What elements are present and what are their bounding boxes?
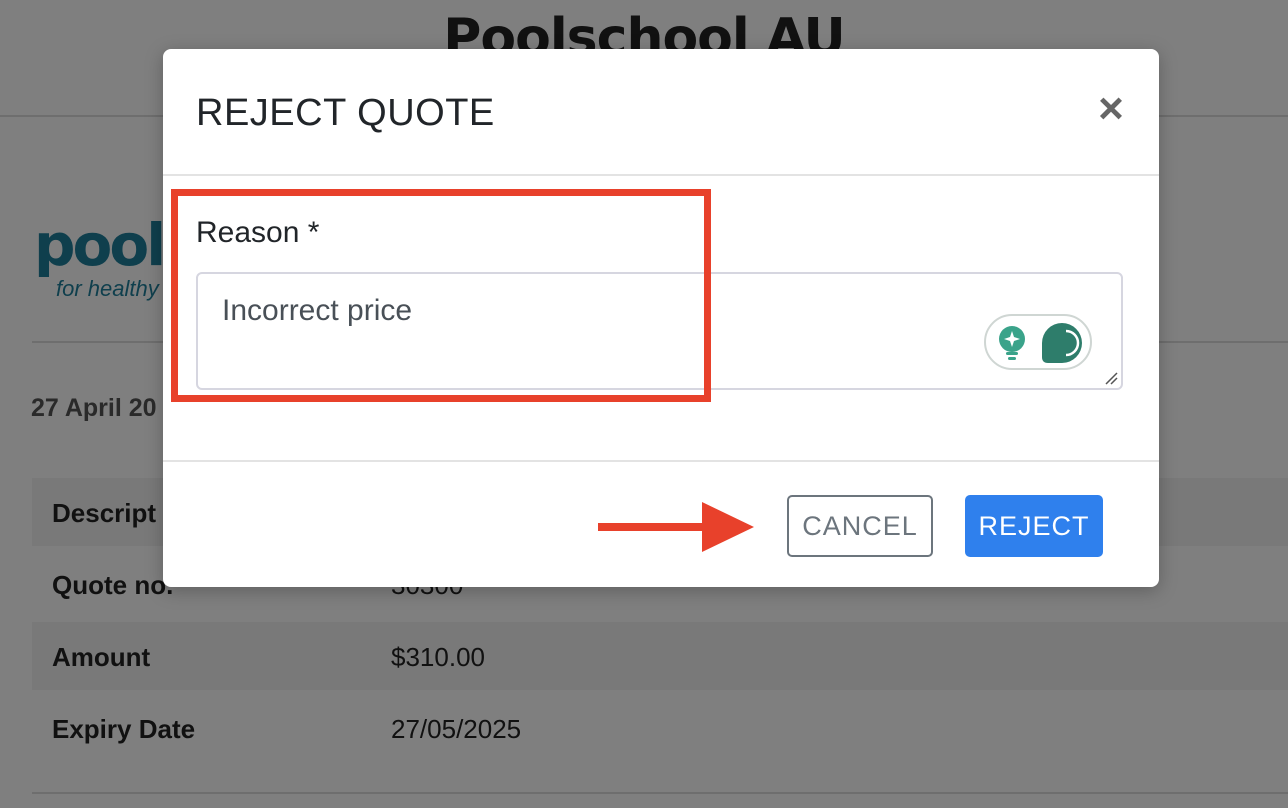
cancel-button[interactable]: CANCEL xyxy=(787,495,933,557)
arrow-right-icon xyxy=(598,502,754,552)
modal-header: REJECT QUOTE × xyxy=(163,49,1159,176)
close-icon[interactable]: × xyxy=(1093,87,1129,131)
modal-title: REJECT QUOTE xyxy=(196,92,495,134)
reject-button[interactable]: REJECT xyxy=(965,495,1103,557)
highlight-box-annotation xyxy=(171,189,711,402)
assistant-icon[interactable] xyxy=(1040,321,1086,365)
lightbulb-icon[interactable] xyxy=(996,325,1028,361)
resize-handle-icon[interactable] xyxy=(1104,371,1118,385)
writing-assistant-widget[interactable] xyxy=(984,314,1092,370)
